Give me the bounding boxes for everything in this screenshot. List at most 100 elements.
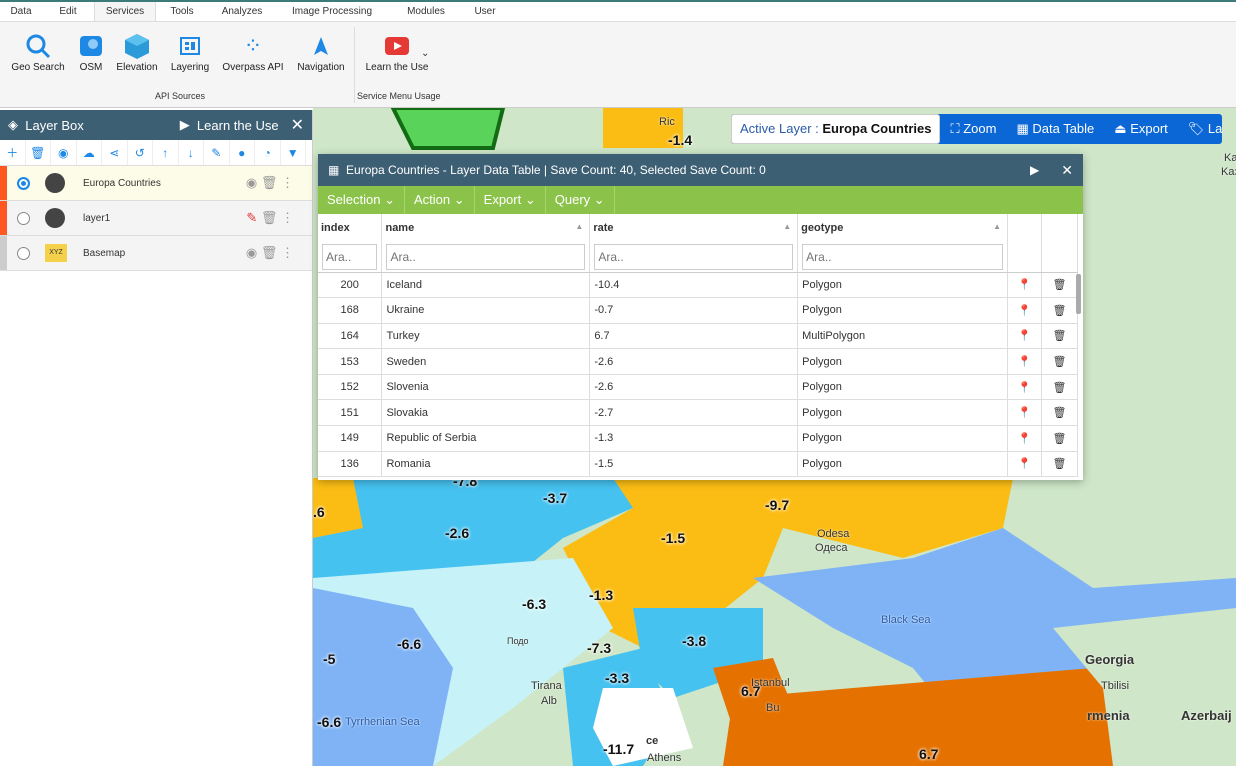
geo-search-button[interactable]: Geo Search (8, 30, 68, 73)
tab-analyzes[interactable]: Analyzes (208, 2, 276, 21)
youtube-icon[interactable]: ▶ (1030, 163, 1039, 177)
pencil-icon[interactable]: ✎ (246, 210, 257, 225)
table-row[interactable]: 200 Iceland -10.4 Polygon 📍 🗑 (318, 272, 1079, 299)
navigation-button[interactable]: Navigation (292, 30, 350, 73)
locate-icon[interactable]: 📍 (1007, 297, 1042, 324)
cell-rate: -10.4 (589, 272, 799, 299)
locate-icon[interactable]: 📍 (1007, 374, 1042, 401)
sort-icon[interactable]: ▲ (783, 222, 791, 231)
export-menu[interactable]: Export ⌄ (475, 186, 546, 214)
trash-icon[interactable]: 🗑 (261, 245, 278, 260)
trash-icon[interactable]: 🗑 (1041, 323, 1079, 350)
cell-rate: -2.7 (589, 399, 799, 427)
cell-rate: 6.7 (589, 323, 799, 350)
overpass-api-button[interactable]: ⁘ Overpass API (220, 30, 286, 73)
layer-row-layer1[interactable]: layer1 ✎ 🗑 ⋮ (0, 201, 312, 236)
osm-button[interactable]: OSM (72, 30, 110, 73)
sort-icon[interactable]: ▲ (993, 222, 1001, 231)
table-row[interactable]: 136 Romania -1.5 Polygon 📍 🗑 (318, 451, 1079, 478)
tab-modules[interactable]: Modules (388, 2, 464, 21)
share-icon[interactable]: ⋖ (102, 140, 128, 165)
trash-icon[interactable]: 🗑 (1041, 451, 1079, 478)
table-row[interactable]: 164 Turkey 6.7 MultiPolygon 📍 🗑 (318, 323, 1079, 350)
tab-edit[interactable]: Edit (42, 2, 94, 21)
chart-icon[interactable]: ◔ (255, 140, 281, 165)
eye-icon[interactable]: ◉ (246, 245, 257, 260)
scrollbar[interactable] (1076, 274, 1081, 314)
history-icon[interactable]: ↺ (128, 140, 153, 165)
cloud-icon[interactable]: ☁ (77, 140, 102, 165)
more-icon[interactable]: ⋮ (281, 175, 294, 190)
tab-image-processing[interactable]: Image Processing (276, 2, 388, 21)
cell-rate: -1.5 (589, 451, 799, 478)
filter-index[interactable] (322, 243, 378, 270)
add-icon[interactable]: ＋ (0, 140, 26, 165)
chevron-down-icon[interactable]: ⌄ (421, 48, 429, 59)
locate-icon[interactable]: 📍 (1007, 272, 1042, 299)
pencil-icon[interactable]: ✎ (204, 140, 230, 165)
trash-icon[interactable]: 🗑 (261, 210, 278, 225)
tab-tools[interactable]: Tools (156, 2, 208, 21)
cube-icon (114, 30, 160, 62)
filter-icon[interactable]: ▼ (281, 140, 306, 165)
filter-rate[interactable] (594, 243, 794, 270)
table-row[interactable]: 152 Slovenia -2.6 Polygon 📍 🗑 (318, 374, 1079, 401)
column-header-rate[interactable]: rate ▲ (589, 214, 799, 242)
arrow-up-icon[interactable]: ↑ (153, 140, 179, 165)
action-menu[interactable]: Action ⌄ (405, 186, 475, 214)
locate-icon[interactable]: 📍 (1007, 451, 1042, 478)
sort-icon[interactable]: ▲ (575, 222, 583, 231)
locate-icon[interactable]: 📍 (1007, 348, 1042, 375)
trash-icon[interactable]: 🗑 (1041, 425, 1079, 452)
trash-icon[interactable]: 🗑 (1041, 374, 1079, 401)
layering-button[interactable]: Layering (166, 30, 214, 73)
layer-radio[interactable] (17, 176, 30, 190)
cell-name: Sweden (381, 348, 591, 375)
layer-row-basemap[interactable]: XYZ Basemap ◉ 🗑 ⋮ (0, 236, 312, 271)
export-button[interactable]: ⏏ Export (1104, 114, 1178, 144)
trash-icon[interactable]: 🗑 (1041, 348, 1079, 375)
column-header-geotype[interactable]: geotype ▲ (797, 214, 1008, 242)
locate-icon[interactable]: 📍 (1007, 323, 1042, 350)
table-row[interactable]: 149 Republic of Serbia -1.3 Polygon 📍 🗑 (318, 425, 1079, 452)
cell-index: 136 (318, 451, 383, 478)
tab-services[interactable]: Services (94, 2, 156, 21)
close-icon[interactable]: ✕ (1061, 162, 1073, 179)
layer-row-europa-countries[interactable]: Europa Countries ◉ 🗑 ⋮ (0, 166, 312, 201)
trash-icon[interactable]: 🗑 (261, 175, 278, 190)
tab-user[interactable]: User (464, 2, 506, 21)
selection-menu[interactable]: Selection ⌄ (318, 186, 405, 214)
locate-icon[interactable]: 📍 (1007, 425, 1042, 452)
youtube-icon[interactable]: ▶ (180, 117, 190, 133)
layer-radio[interactable] (17, 211, 30, 225)
eye-icon[interactable]: ◉ (51, 140, 77, 165)
more-icon[interactable]: ⋮ (281, 210, 294, 225)
layers-icon: ◈ (8, 117, 18, 132)
query-menu[interactable]: Query ⌄ (546, 186, 615, 214)
filter-geotype[interactable] (802, 243, 1003, 270)
elevation-button[interactable]: Elevation (114, 30, 160, 73)
label-button[interactable]: 🏷 La (1178, 114, 1223, 144)
arrow-down-icon[interactable]: ↓ (179, 140, 204, 165)
filter-name[interactable] (386, 243, 586, 270)
trash-icon[interactable]: 🗑 (1041, 399, 1079, 427)
column-header-name[interactable]: name ▲ (381, 214, 591, 242)
table-row[interactable]: 151 Slovakia -2.7 Polygon 📍 🗑 (318, 399, 1079, 427)
table-row[interactable]: 153 Sweden -2.6 Polygon 📍 🗑 (318, 348, 1079, 375)
table-row[interactable]: 168 Ukraine -0.7 Polygon 📍 🗑 (318, 297, 1079, 324)
layer-radio[interactable] (17, 246, 30, 260)
close-icon[interactable]: ✕ (291, 115, 304, 135)
style-icon[interactable]: ● (230, 140, 255, 165)
more-icon[interactable]: ⋮ (281, 245, 294, 260)
delete-icon[interactable]: 🗑 (26, 140, 51, 165)
zoom-button[interactable]: ⛶ Zoom (940, 114, 1006, 144)
data-table-button[interactable]: ▦ Data Table (1006, 114, 1104, 144)
locate-icon[interactable]: 📍 (1007, 399, 1042, 427)
eye-icon[interactable]: ◉ (246, 175, 257, 190)
tab-data[interactable]: Data (0, 2, 42, 21)
trash-icon[interactable]: 🗑 (1041, 272, 1079, 299)
trash-icon[interactable]: 🗑 (1041, 297, 1079, 324)
learn-the-use-link[interactable]: Learn the Use (197, 118, 279, 133)
vector-layer-icon (45, 208, 65, 228)
column-header-index[interactable]: index (318, 214, 383, 242)
